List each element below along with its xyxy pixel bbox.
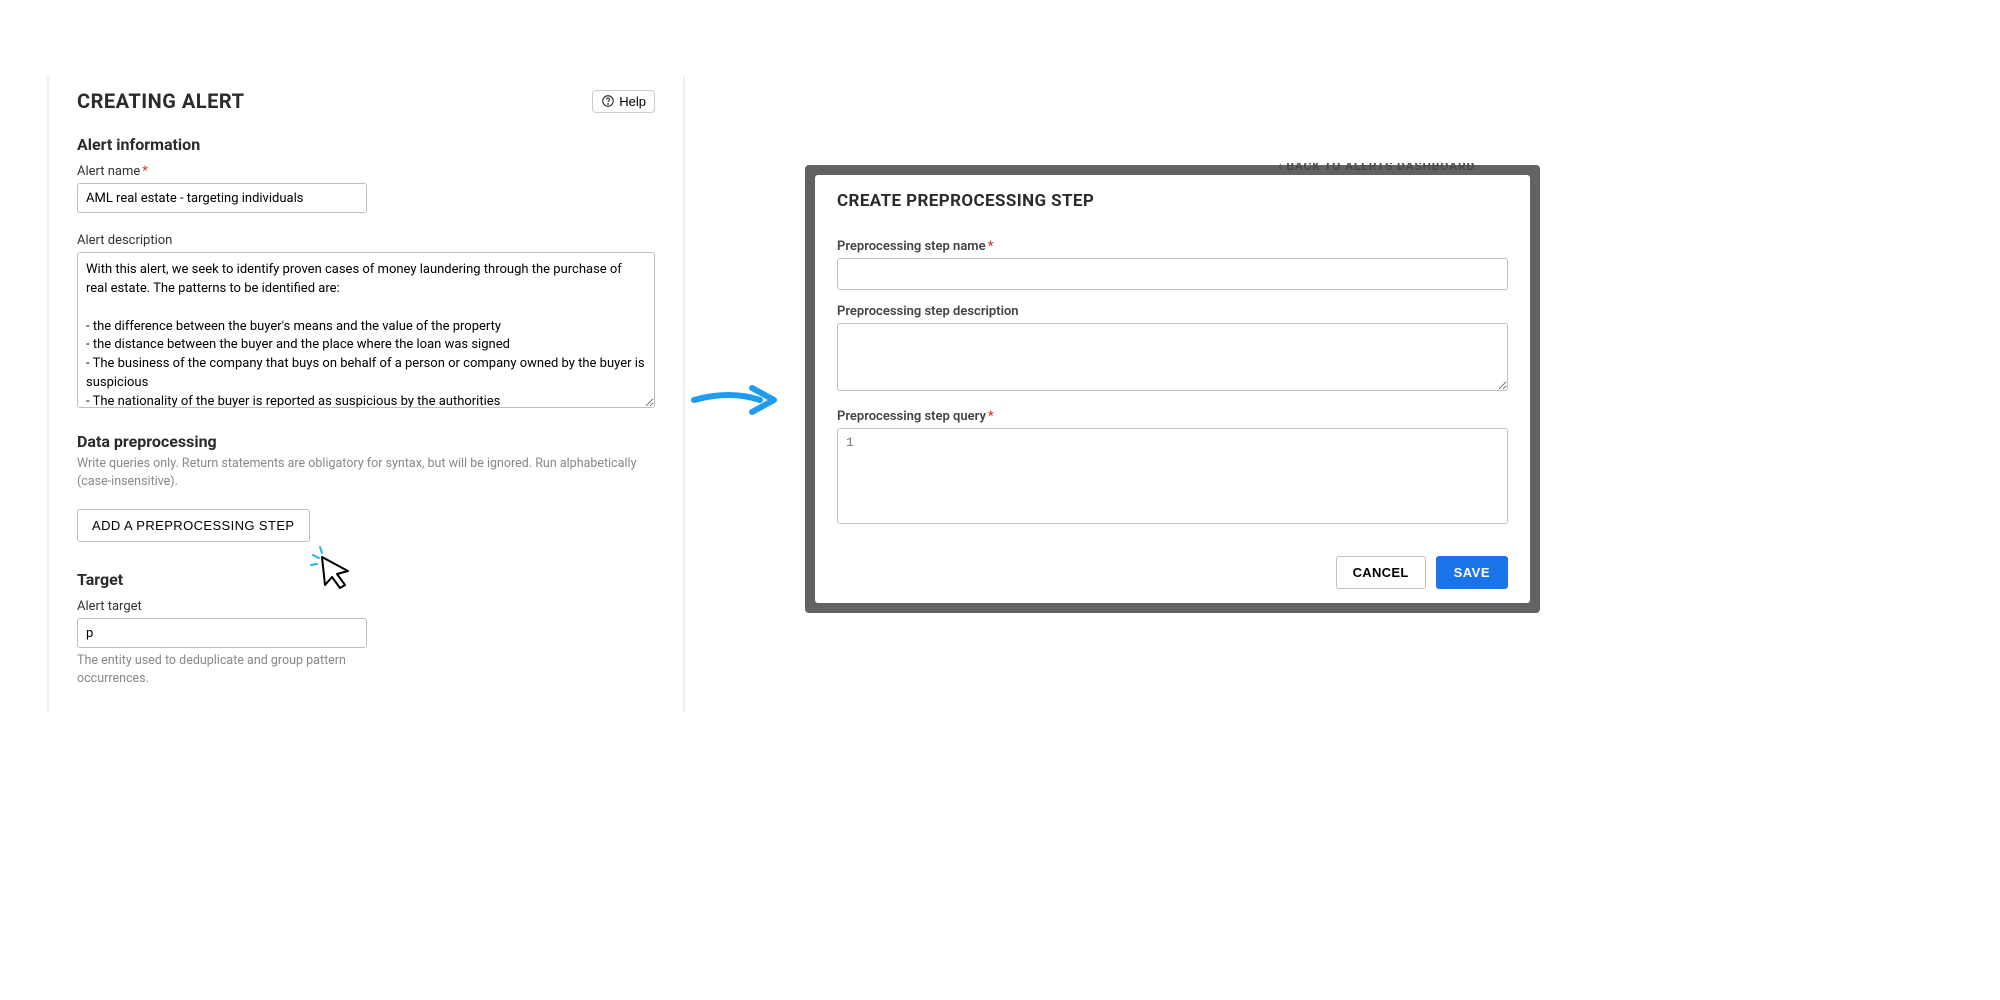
field-alert-description: Alert description [77, 233, 655, 412]
create-alert-panel: CREATING ALERT Help Alert information Al… [47, 77, 685, 712]
alert-target-label: Alert target [77, 599, 655, 614]
cancel-button[interactable]: CANCEL [1336, 556, 1426, 589]
step-query-textarea[interactable] [837, 428, 1508, 524]
alert-description-label: Alert description [77, 233, 655, 248]
help-icon [601, 94, 615, 108]
alert-name-input[interactable] [77, 183, 367, 213]
preprocessing-helper: Write queries only. Return statements ar… [77, 455, 655, 491]
required-marker: * [988, 239, 994, 254]
modal-backdrop: ‹ BACK TO ALERTS DASHBOARD CREATE PREPRO… [805, 165, 1540, 613]
step-name-input[interactable] [837, 258, 1508, 290]
required-marker: * [142, 164, 148, 179]
back-to-dashboard-link-truncated: ‹ BACK TO ALERTS DASHBOARD [1278, 163, 1518, 173]
field-alert-target: Alert target The entity used to deduplic… [77, 599, 655, 688]
help-label: Help [619, 94, 646, 109]
alert-target-input[interactable] [77, 618, 367, 648]
arrow-right-icon [690, 376, 780, 424]
page-header: CREATING ALERT Help [77, 89, 655, 113]
modal-title: CREATE PREPROCESSING STEP [837, 191, 1508, 211]
step-name-label: Preprocessing step name* [837, 239, 1508, 254]
page-title: CREATING ALERT [77, 89, 244, 113]
step-query-label: Preprocessing step query* [837, 409, 1508, 424]
step-description-textarea[interactable] [837, 323, 1508, 391]
help-button[interactable]: Help [592, 90, 655, 113]
alert-description-textarea[interactable] [77, 252, 655, 408]
add-preprocessing-step-button[interactable]: ADD A PREPROCESSING STEP [77, 509, 310, 542]
section-preprocessing-title: Data preprocessing [77, 432, 655, 451]
section-target-title: Target [77, 570, 655, 589]
field-step-name: Preprocessing step name* [837, 239, 1508, 290]
save-button[interactable]: SAVE [1436, 556, 1508, 589]
required-marker: * [988, 409, 994, 424]
modal-footer: CANCEL SAVE [1336, 556, 1508, 589]
field-step-description: Preprocessing step description [837, 304, 1508, 395]
section-alert-info-title: Alert information [77, 135, 655, 154]
section-models-title: Models [77, 709, 655, 713]
field-step-query: Preprocessing step query* [837, 409, 1508, 528]
create-preprocessing-modal: CREATE PREPROCESSING STEP Preprocessing … [815, 175, 1530, 603]
alert-target-helper: The entity used to deduplicate and group… [77, 652, 367, 688]
alert-name-label: Alert name* [77, 164, 655, 179]
step-description-label: Preprocessing step description [837, 304, 1508, 319]
field-alert-name: Alert name* [77, 164, 655, 213]
